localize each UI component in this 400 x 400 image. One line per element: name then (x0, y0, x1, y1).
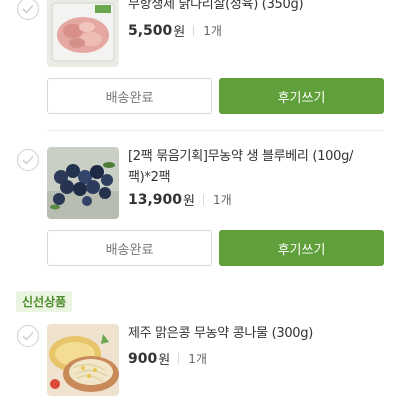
price-line: 13,900 원 1개 (128, 190, 232, 210)
currency-label: 원 (158, 353, 171, 368)
divider (203, 194, 204, 205)
item-qty: 1개 (188, 352, 207, 366)
price-line: 900 원 1개 (128, 349, 207, 369)
item-qty: 1개 (213, 193, 232, 207)
item-name[interactable]: 제주 맑은콩 무농약 콩나물 (300g) (128, 323, 383, 344)
item-price: 5,500 (128, 22, 173, 39)
currency-label: 원 (173, 25, 186, 40)
divider (193, 25, 195, 36)
item-checkbox[interactable] (17, 0, 39, 20)
item-price: 13,900 (128, 191, 183, 208)
chicken-thigh-image[interactable] (47, 0, 119, 67)
item-price: 900 (128, 350, 158, 367)
delivered-button[interactable]: 배송완료 (47, 78, 212, 114)
check-icon (22, 4, 34, 14)
item-checkbox[interactable] (17, 325, 39, 347)
currency-label: 원 (183, 194, 195, 209)
check-icon (22, 331, 34, 341)
divider (178, 353, 180, 364)
check-icon (22, 155, 34, 165)
blueberry-image[interactable] (47, 147, 119, 219)
price-line: 5,500 원 1개 (128, 21, 222, 41)
write-review-button[interactable]: 후기쓰기 (219, 230, 384, 266)
item-divider (47, 130, 384, 131)
item-qty: 1개 (203, 24, 222, 38)
item-checkbox[interactable] (17, 149, 39, 171)
write-review-button[interactable]: 후기쓰기 (219, 78, 384, 114)
item-name[interactable]: [2팩 묶음기획]무농약 생 블루베리 (100g/팩)*2팩 (128, 146, 383, 188)
item-name[interactable]: 무항생제 닭다리살(정육) (350g) (128, 0, 383, 15)
bean-sprout-image[interactable] (47, 324, 119, 396)
delivered-button[interactable]: 배송완료 (47, 230, 212, 266)
section-badge: 신선상품 (16, 291, 73, 312)
